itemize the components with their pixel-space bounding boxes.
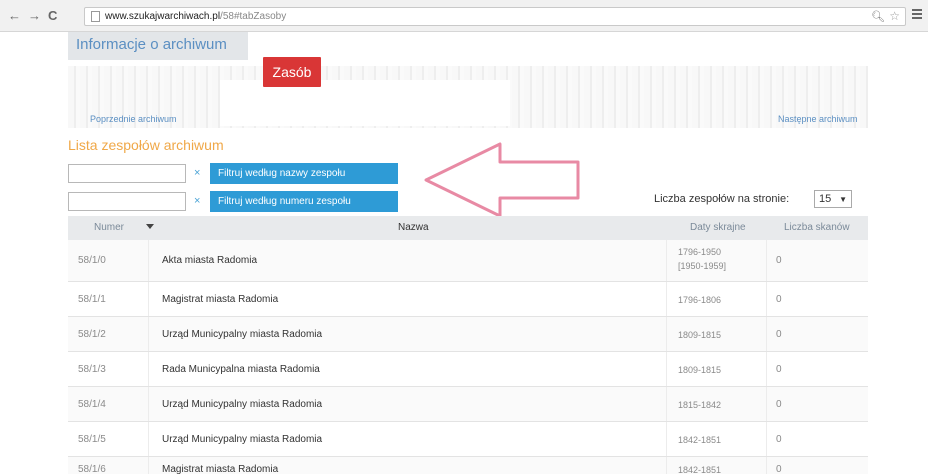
table-row[interactable]: 58/1/1 Magistrat miasta Radomia 1796-1806 0 [68, 282, 868, 317]
column-divider [766, 317, 767, 351]
next-archive-link[interactable]: Następne archiwum [778, 114, 858, 124]
browser-toolbar: ← → C www.szukajwarchiwach.pl/58#tabZaso… [0, 0, 928, 32]
cell-numer: 58/1/6 [78, 464, 106, 474]
cell-daty: 1796-1950 [678, 247, 722, 257]
column-divider [766, 352, 767, 386]
previous-archive-link[interactable]: Poprzednie archiwum [90, 114, 177, 124]
cell-skany: 0 [776, 255, 782, 266]
cell-daty: 1809-1815 [678, 365, 722, 375]
cell-nazwa[interactable]: Rada Municypalna miasta Radomia [162, 364, 320, 375]
table-header: Numer Nazwa Daty skrajne Liczba skanów [68, 216, 868, 240]
forward-arrow-icon[interactable]: → [28, 9, 41, 23]
clear-name-filter-icon[interactable]: × [194, 167, 200, 179]
menu-icon[interactable] [912, 9, 922, 21]
cell-skany: 0 [776, 294, 782, 305]
table-row[interactable]: 58/1/0 Akta miasta Radomia 1796-1950 [1950-… [68, 240, 868, 282]
table-row[interactable]: 58/1/3 Rada Municypalna miasta Radomia 180… [68, 352, 868, 387]
filter-by-number-button[interactable]: Filtruj według numeru zespołu [210, 191, 398, 212]
number-filter-input[interactable] [68, 192, 186, 211]
zoom-icon[interactable]: 🔍︎ [871, 10, 885, 23]
name-filter-input[interactable] [68, 164, 186, 183]
column-divider [666, 387, 667, 421]
cell-daty: 1815-1842 [678, 400, 722, 410]
per-page-select[interactable]: 15 ▼ [814, 190, 852, 208]
cell-daty: 1842-1851 [678, 435, 722, 445]
url-host: www.szukajwarchiwach.pl [105, 11, 221, 22]
column-divider [148, 457, 149, 474]
cell-numer: 58/1/0 [78, 255, 106, 266]
column-divider [766, 240, 767, 281]
per-page-label: Liczba zespołów na stronie: [654, 193, 790, 205]
cell-nazwa[interactable]: Magistrat miasta Radomia [162, 464, 278, 474]
cell-numer: 58/1/4 [78, 399, 106, 410]
header-nazwa[interactable]: Nazwa [398, 222, 429, 233]
cell-nazwa[interactable]: Urząd Municypalny miasta Radomia [162, 434, 322, 445]
column-divider [666, 282, 667, 316]
cell-numer: 58/1/2 [78, 329, 106, 340]
column-divider [666, 317, 667, 351]
cell-skany: 0 [776, 434, 782, 445]
back-arrow-icon[interactable]: ← [8, 9, 21, 23]
url-path: /58#tabZasoby [220, 11, 287, 22]
filter-by-name-button[interactable]: Filtruj według nazwy zespołu [210, 163, 398, 184]
cell-daty: 1809-1815 [678, 330, 722, 340]
section-title: Lista zespołów archiwum [68, 137, 224, 153]
column-divider [766, 387, 767, 421]
sort-desc-icon[interactable] [146, 224, 154, 229]
tab-informacje-label: Informacje o archiwum [76, 36, 227, 53]
table-row[interactable]: 58/1/6 Magistrat miasta Radomia 1842-1851 0 [68, 457, 868, 474]
cell-skany: 0 [776, 364, 782, 375]
cell-numer: 58/1/5 [78, 434, 106, 445]
column-divider [666, 352, 667, 386]
bookmark-star-icon[interactable]: ☆ [889, 9, 900, 23]
header-daty[interactable]: Daty skrajne [690, 222, 746, 233]
table-row[interactable]: 58/1/2 Urząd Municypalny miasta Radomia 18… [68, 317, 868, 352]
page-icon [91, 11, 100, 22]
column-divider [666, 240, 667, 281]
chevron-down-icon: ▼ [839, 195, 847, 204]
address-bar[interactable]: www.szukajwarchiwach.pl/58#tabZasoby 🔍︎ … [84, 7, 906, 26]
per-page-value: 15 [819, 193, 832, 205]
column-divider [766, 282, 767, 316]
header-skany[interactable]: Liczba skanów [784, 222, 850, 233]
cell-numer: 58/1/3 [78, 364, 106, 375]
cell-daty: 1842-1851 [678, 465, 722, 474]
reload-icon[interactable]: C [48, 9, 57, 23]
clear-number-filter-icon[interactable]: × [194, 195, 200, 207]
url-text: www.szukajwarchiwach.pl/58#tabZasoby [105, 11, 286, 22]
cell-skany: 0 [776, 399, 782, 410]
column-divider [148, 352, 149, 386]
cell-nazwa[interactable]: Magistrat miasta Radomia [162, 294, 278, 305]
cell-daty2: [1950-1959] [678, 261, 727, 271]
cell-skany: 0 [776, 464, 782, 474]
fonds-table: Numer Nazwa Daty skrajne Liczba skanów 5… [68, 216, 868, 474]
tab-zasob[interactable]: Zasób [263, 57, 321, 87]
column-divider [148, 282, 149, 316]
table-row[interactable]: 58/1/4 Urząd Municypalny miasta Radomia 18… [68, 387, 868, 422]
cell-numer: 58/1/1 [78, 294, 106, 305]
header-numer[interactable]: Numer [94, 222, 124, 233]
column-divider [148, 317, 149, 351]
cell-nazwa[interactable]: Akta miasta Radomia [162, 255, 257, 266]
cell-daty: 1796-1806 [678, 295, 722, 305]
column-divider [666, 457, 667, 474]
column-divider [766, 457, 767, 474]
column-divider [148, 422, 149, 456]
cell-nazwa[interactable]: Urząd Municypalny miasta Radomia [162, 399, 322, 410]
table-row[interactable]: 58/1/5 Urząd Municypalny miasta Radomia 18… [68, 422, 868, 457]
cell-nazwa[interactable]: Urząd Municypalny miasta Radomia [162, 329, 322, 340]
annotation-arrow-icon [424, 142, 580, 218]
column-divider [148, 240, 149, 281]
tab-informacje[interactable]: Informacje o archiwum [68, 32, 248, 60]
table-body: 58/1/0 Akta miasta Radomia 1796-1950 [1950-… [68, 240, 868, 474]
column-divider [766, 422, 767, 456]
column-divider [148, 387, 149, 421]
cell-skany: 0 [776, 329, 782, 340]
column-divider [666, 422, 667, 456]
